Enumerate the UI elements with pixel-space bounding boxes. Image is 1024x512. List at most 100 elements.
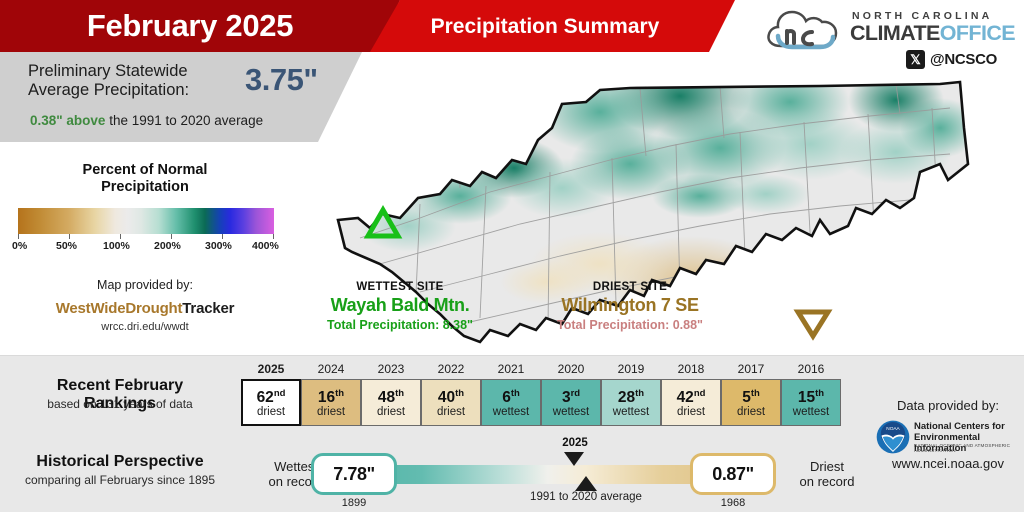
social-handle[interactable]: 𝕏 @NCSCO — [906, 50, 997, 69]
rankings-rank-2022: 40th — [438, 386, 464, 406]
rank-number: 42 — [676, 389, 694, 407]
average-marker-label: 1991 to 2020 average — [530, 491, 642, 503]
rankings-year-2019: 2019 — [617, 362, 645, 376]
departure-value: 0.38" above — [30, 113, 106, 128]
legend-title-line1: Percent of Normal — [82, 162, 208, 178]
rankings-cell-2018: 42nd driest — [661, 379, 721, 426]
nc-climate-office-logo: NORTH CAROLINA CLIMATEOFFICE 𝕏 @NCSCO — [766, 8, 1016, 72]
rankings-year-2023: 2023 — [377, 362, 405, 376]
rank-ordinal-suffix: th — [335, 387, 345, 399]
current-year-marker-label: 2025 — [562, 437, 588, 449]
rankings-rank-2017: 5th — [742, 386, 760, 406]
average-marker-icon — [575, 476, 597, 491]
rank-ordinal-suffix: th — [750, 387, 760, 399]
colorbar-tick-0: 0% — [12, 240, 28, 252]
rankings-rank-2019: 28th — [618, 386, 644, 406]
rankings-label-2022: driest — [436, 406, 466, 419]
rank-ordinal-suffix: th — [455, 387, 465, 399]
rank-ordinal-suffix: th — [395, 387, 405, 399]
rank-number: 62 — [256, 389, 274, 407]
rankings-cell-row: 62nd driest 16th driest 48th driest 40th driest… — [241, 379, 841, 426]
rankings-cell-2017: 5th driest — [721, 379, 781, 426]
colorbar-tick-100: 100% — [103, 240, 130, 252]
rank-number: 6 — [502, 389, 511, 407]
provider-name-part1: WestWideDrought — [55, 300, 183, 317]
rank-number: 5 — [742, 389, 751, 407]
statewide-label-line1: Preliminary Statewide — [28, 62, 188, 80]
rankings-subtitle: based on 131 years of data — [47, 397, 193, 411]
x-twitter-icon[interactable]: 𝕏 — [906, 50, 925, 69]
map-provider-label: Map provided by: — [97, 278, 193, 292]
rankings-label-2021: wettest — [492, 406, 530, 419]
rankings-label-2023: driest — [376, 406, 406, 419]
rankings-cell-2023: 48th driest — [361, 379, 421, 426]
x-handle-text: @NCSCO — [930, 51, 997, 68]
wettest-on-record-year: 1899 — [341, 497, 367, 509]
panel-divider — [0, 355, 1024, 356]
rank-number: 48 — [377, 389, 396, 407]
rankings-year-2016: 2016 — [797, 362, 825, 376]
colorbar-tick-300: 300% — [205, 240, 232, 252]
rankings-year-2020: 2020 — [557, 362, 585, 376]
colorbar-tick-labels: 0% 50% 100% 200% 300% 400% — [0, 240, 292, 254]
rank-number: 15 — [797, 389, 816, 407]
wettest-site-name: Wayah Bald Mtn. — [330, 295, 470, 315]
rank-ordinal-suffix: th — [635, 387, 645, 399]
departure-rest: the 1991 to 2020 average — [105, 113, 264, 128]
rankings-label-2025: driest — [256, 406, 286, 419]
rankings-cell-2025: 62nd driest — [241, 379, 301, 426]
rankings-label-2024: driest — [316, 406, 346, 419]
driest-label-line2: on record — [799, 474, 855, 489]
rankings-year-2022: 2022 — [437, 362, 465, 376]
noaa-provided-by-label: Data provided by: — [897, 398, 999, 413]
rankings-label-2018: driest — [676, 406, 706, 419]
historical-subtitle: comparing all Februarys since 1895 — [24, 473, 216, 487]
rankings-year-2025: 2025 — [257, 362, 285, 376]
map-provider-name: WestWideDroughtTracker — [10, 300, 280, 317]
rankings-year-2017: 2017 — [737, 362, 765, 376]
noaa-seal-icon: NOAA — [876, 420, 910, 454]
legend-title: Percent of Normal Precipitation — [20, 162, 270, 196]
noaa-url[interactable]: www.ncei.noaa.gov — [874, 456, 1022, 471]
rankings-rank-2016: 15th — [798, 386, 824, 406]
page-title: February 2025 — [86, 8, 294, 43]
rank-ordinal-suffix: rd — [570, 387, 581, 399]
wettest-site-heading: WETTEST SITE — [356, 281, 444, 293]
statewide-average-label: Preliminary Statewide Average Precipitat… — [28, 62, 189, 100]
noaa-name-line1: National Centers for — [914, 421, 1005, 432]
rank-number: 40 — [437, 389, 456, 407]
driest-site-triangle-down-icon — [793, 309, 833, 341]
rankings-cell-2021: 6th wettest — [481, 379, 541, 426]
svg-text:NOAA: NOAA — [886, 426, 900, 432]
wettest-on-record-value: 7.78" — [311, 453, 397, 495]
driest-site-heading: DRIEST SITE — [592, 281, 668, 293]
colorbar-tick-200: 200% — [154, 240, 181, 252]
rankings-rank-2021: 6th — [502, 386, 520, 406]
map-provider-url[interactable]: wrcc.dri.edu/wwdt — [20, 321, 270, 333]
cloud-nc-monogram-icon — [767, 10, 838, 50]
departure-from-normal: 0.38" above the 1991 to 2020 average — [30, 113, 263, 128]
driest-on-record-label: Driest on record — [784, 459, 870, 489]
rankings-cell-2016: 15th wettest — [781, 379, 841, 426]
colorbar-tick-400: 400% — [252, 240, 279, 252]
provider-name-part2: Tracker — [182, 300, 235, 317]
page-subtitle: Precipitation Summary — [430, 15, 660, 38]
rank-ordinal-suffix: th — [510, 387, 520, 399]
historical-title: Historical Perspective — [36, 453, 204, 470]
driest-label-line1: Driest — [810, 459, 844, 474]
wettest-site-total: Total Precipitation: 8.38" — [326, 318, 473, 332]
logo-office: OFFICE — [939, 21, 1016, 45]
logo-climate-office: CLIMATEOFFICE — [850, 21, 1016, 45]
rankings-cell-2022: 40th driest — [421, 379, 481, 426]
rankings-label-2016: wettest — [792, 406, 830, 419]
logo-climate: CLIMATE — [850, 21, 940, 45]
rankings-rank-2023: 48th — [378, 386, 404, 406]
rankings-year-2024: 2024 — [317, 362, 345, 376]
rank-number: 3 — [561, 389, 571, 407]
rank-ordinal-suffix: th — [815, 387, 825, 399]
percent-of-normal-colorbar — [18, 208, 274, 234]
rankings-cell-2020: 3rd wettest — [541, 379, 601, 426]
rankings-rank-2018: 42nd — [677, 386, 706, 406]
driest-on-record-year: 1968 — [720, 497, 746, 509]
rankings-cell-2024: 16th driest — [301, 379, 361, 426]
